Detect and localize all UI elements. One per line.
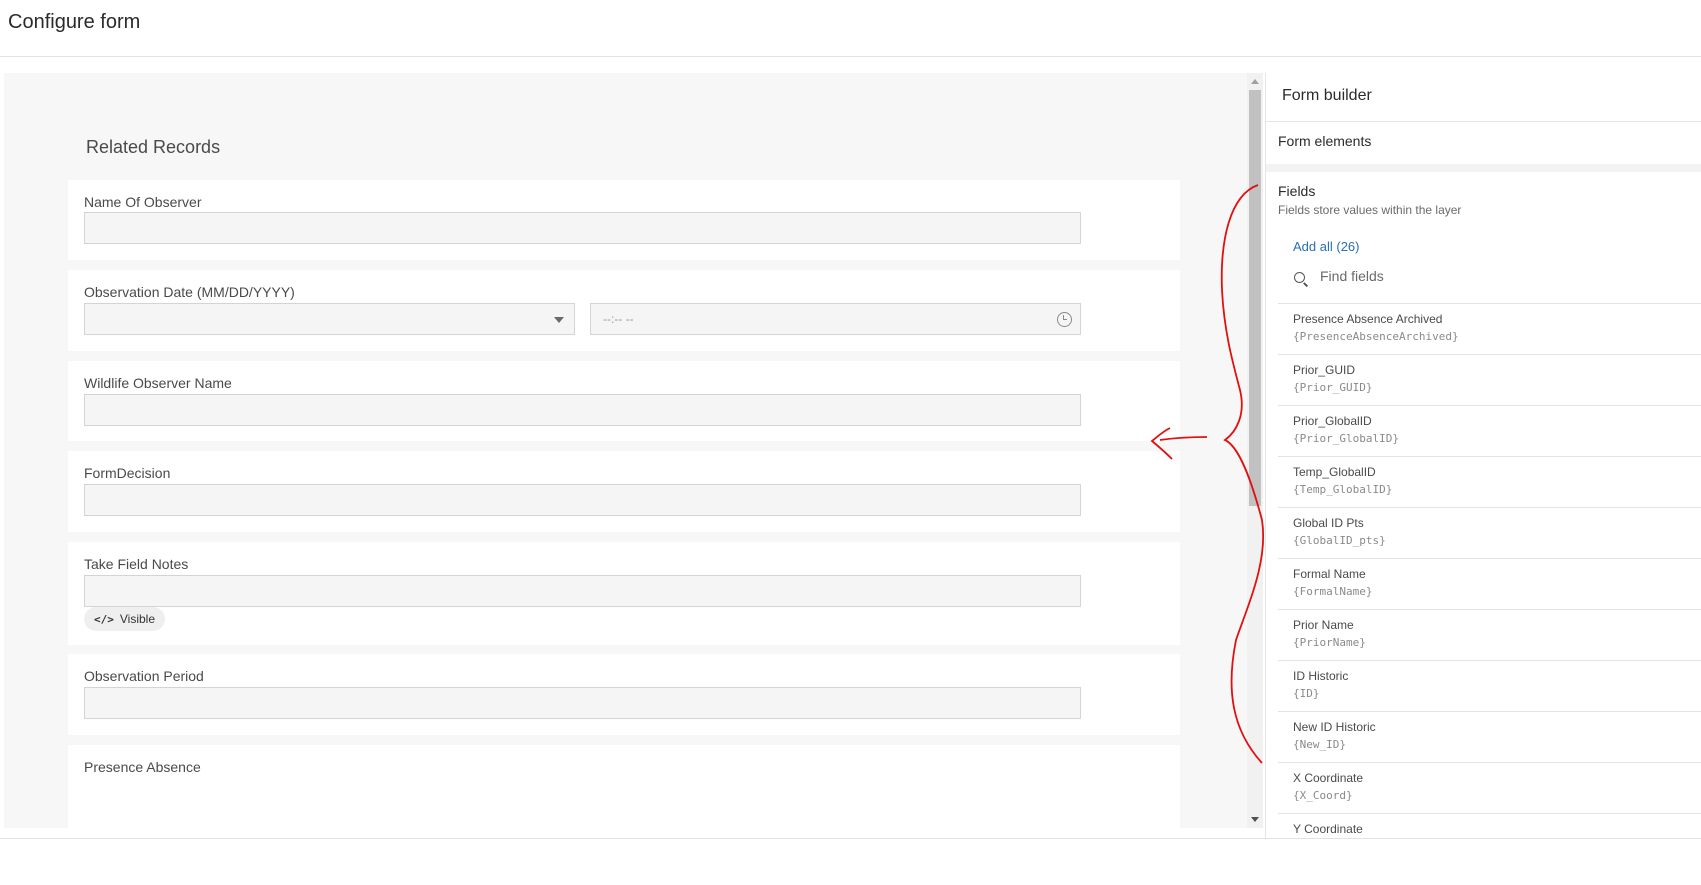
code-icon: </>: [94, 612, 114, 626]
scroll-up-icon[interactable]: [1251, 79, 1259, 84]
visible-expression-chip[interactable]: </> Visible: [84, 607, 166, 631]
field-item[interactable]: Y Coordinate: [1278, 813, 1701, 838]
fields-section-title[interactable]: Fields: [1278, 183, 1315, 199]
field-label: Presence Absence: [84, 759, 201, 775]
wildlife-observer-name-input[interactable]: [84, 394, 1081, 426]
field-name: Temp_GlobalID: [1293, 465, 1376, 479]
time-input[interactable]: --:-- --: [590, 303, 1081, 335]
panel-title: Form builder: [1282, 87, 1372, 104]
field-key: {PriorName}: [1293, 636, 1366, 649]
field-item[interactable]: ID Historic {ID}: [1278, 660, 1701, 711]
add-all-link[interactable]: Add all (26): [1293, 239, 1359, 254]
clock-icon: [1057, 312, 1072, 327]
take-field-notes-input[interactable]: [84, 575, 1081, 607]
field-name: Prior Name: [1293, 618, 1354, 632]
field-key: {FormalName}: [1293, 585, 1373, 598]
form-card-observation-date[interactable]: Observation Date (MM/DD/YYYY) --:-- --: [68, 270, 1180, 351]
field-key: {Temp_GlobalID}: [1293, 483, 1393, 496]
name-of-observer-input[interactable]: [84, 212, 1081, 244]
divider: [1266, 121, 1701, 122]
field-label: Take Field Notes: [84, 556, 189, 572]
form-card-formdecision[interactable]: FormDecision: [68, 451, 1180, 532]
scroll-down-icon[interactable]: [1251, 817, 1259, 822]
field-key: {Prior_GUID}: [1293, 381, 1373, 394]
field-item[interactable]: Prior Name {PriorName}: [1278, 609, 1701, 660]
scrollbar-thumb[interactable]: [1249, 90, 1261, 506]
form-elements-section[interactable]: Form elements: [1278, 133, 1371, 149]
preview-scrollbar[interactable]: [1247, 73, 1263, 828]
page-title: Configure form: [8, 11, 141, 33]
time-placeholder: --:-- --: [603, 312, 634, 326]
field-item[interactable]: Global ID Pts {GlobalID_pts}: [1278, 507, 1701, 558]
field-label: Name Of Observer: [84, 194, 202, 210]
field-key: {X_Coord}: [1293, 789, 1353, 802]
form-builder-panel: Form builder Form elements Fields Fields…: [1265, 73, 1701, 838]
field-name: ID Historic: [1293, 669, 1349, 683]
fields-section-subtitle: Fields store values within the layer: [1278, 203, 1462, 217]
form-card-wildlife-observer-name[interactable]: Wildlife Observer Name: [68, 361, 1180, 441]
field-item[interactable]: Prior_GlobalID {Prior_GlobalID}: [1278, 405, 1701, 456]
field-label: Observation Period: [84, 668, 204, 684]
date-dropdown[interactable]: [84, 303, 575, 335]
bottom-divider: [0, 838, 1701, 839]
top-bar: Configure form: [0, 0, 1701, 57]
formdecision-input[interactable]: [84, 484, 1081, 516]
chevron-down-icon: [554, 317, 564, 323]
field-name: Formal Name: [1293, 567, 1366, 581]
field-key: {GlobalID_pts}: [1293, 534, 1386, 547]
field-name: Prior_GUID: [1293, 363, 1356, 377]
find-fields-input[interactable]: Find fields: [1320, 268, 1384, 284]
observation-period-input[interactable]: [84, 687, 1081, 719]
field-label: Observation Date (MM/DD/YYYY): [84, 284, 295, 300]
form-card-presence-absence[interactable]: Presence Absence: [68, 745, 1180, 828]
form-card-name-of-observer[interactable]: Name Of Observer: [68, 180, 1180, 260]
field-name: Presence Absence Archived: [1293, 312, 1443, 326]
field-name: X Coordinate: [1293, 771, 1364, 785]
search-icon: [1294, 272, 1305, 283]
field-label: FormDecision: [84, 465, 171, 481]
field-item[interactable]: Formal Name {FormalName}: [1278, 558, 1701, 609]
field-name: Prior_GlobalID: [1293, 414, 1372, 428]
form-card-observation-period[interactable]: Observation Period: [68, 654, 1180, 735]
field-name: Y Coordinate: [1293, 822, 1363, 836]
field-label: Wildlife Observer Name: [84, 375, 232, 391]
field-item[interactable]: Presence Absence Archived {PresenceAbsen…: [1278, 303, 1701, 354]
field-key: {ID}: [1293, 687, 1320, 700]
field-key: {PresenceAbsenceArchived}: [1293, 330, 1459, 343]
chip-label: Visible: [119, 612, 156, 626]
section-heading[interactable]: Related Records: [86, 137, 220, 158]
field-item[interactable]: Temp_GlobalID {Temp_GlobalID}: [1278, 456, 1701, 507]
form-card-take-field-notes[interactable]: Take Field Notes </> Visible: [68, 542, 1180, 645]
field-name: New ID Historic: [1293, 720, 1376, 734]
field-item[interactable]: X Coordinate {X_Coord}: [1278, 762, 1701, 813]
field-item[interactable]: Prior_GUID {Prior_GUID}: [1278, 354, 1701, 405]
field-item[interactable]: New ID Historic {New_ID}: [1278, 711, 1701, 762]
field-key: {Prior_GlobalID}: [1293, 432, 1399, 445]
field-list: Presence Absence Archived {PresenceAbsen…: [1278, 303, 1701, 838]
section-divider: [1266, 164, 1701, 172]
field-key: {New_ID}: [1293, 738, 1346, 751]
field-name: Global ID Pts: [1293, 516, 1364, 530]
form-preview: Related Records Name Of Observer Observa…: [4, 73, 1247, 828]
